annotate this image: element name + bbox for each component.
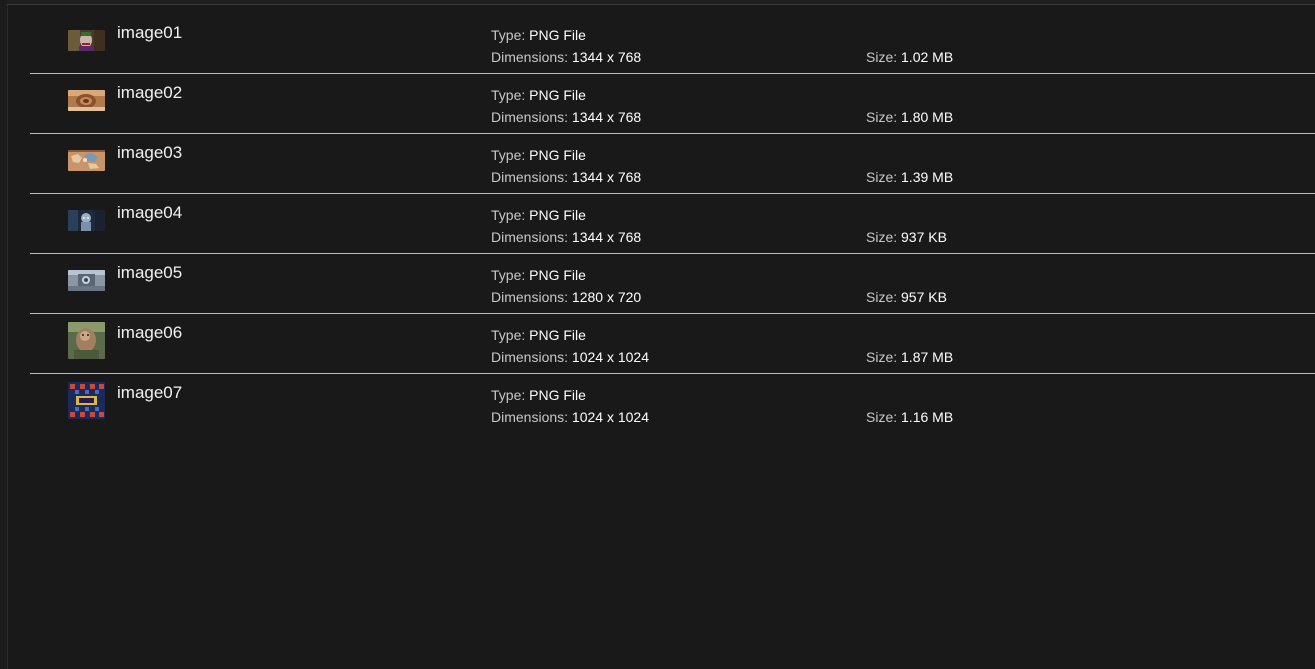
dimensions-label: Dimensions: bbox=[491, 169, 569, 185]
file-name: image05 bbox=[117, 263, 183, 282]
size-label: Size: bbox=[866, 409, 898, 425]
dimensions-value: 1344 x 768 bbox=[571, 169, 642, 185]
file-type: Type: PNG File bbox=[491, 387, 586, 403]
type-value: PNG File bbox=[529, 87, 586, 103]
type-value: PNG File bbox=[529, 267, 586, 283]
type-value: PNG File bbox=[529, 207, 586, 223]
robot-thumbnail bbox=[68, 210, 105, 231]
file-type: Type: PNG File bbox=[491, 27, 586, 43]
file-row-image07[interactable]: image07 Type: PNG File Dimensions: 1024 … bbox=[30, 374, 1315, 433]
size-label: Size: bbox=[866, 229, 898, 245]
dimensions-value: 1024 x 1024 bbox=[571, 409, 649, 425]
size-label: Size: bbox=[866, 289, 898, 305]
creature-thumbnail bbox=[68, 322, 105, 359]
dimensions-value: 1344 x 768 bbox=[571, 229, 642, 245]
pattern-thumbnail bbox=[68, 382, 105, 419]
size-label: Size: bbox=[866, 49, 898, 65]
dimensions-label: Dimensions: bbox=[491, 409, 569, 425]
size-value: 1.39 MB bbox=[901, 169, 954, 185]
file-size: Size: 937 KB bbox=[866, 229, 947, 245]
size-value: 957 KB bbox=[901, 289, 947, 305]
type-label: Type: bbox=[491, 207, 526, 223]
file-row-image05[interactable]: image05 Type: PNG File Dimensions: 1280 … bbox=[30, 254, 1315, 314]
pane-left-border bbox=[0, 0, 8, 669]
type-label: Type: bbox=[491, 87, 526, 103]
file-list-pane: image01 Type: PNG File Dimensions: 1344 … bbox=[0, 0, 1315, 669]
file-size: Size: 1.80 MB bbox=[866, 109, 953, 125]
dimensions-label: Dimensions: bbox=[491, 229, 569, 245]
file-dimensions: Dimensions: 1024 x 1024 bbox=[491, 349, 649, 365]
type-label: Type: bbox=[491, 27, 526, 43]
dimensions-value: 1024 x 1024 bbox=[571, 349, 649, 365]
dimensions-label: Dimensions: bbox=[491, 349, 569, 365]
type-value: PNG File bbox=[529, 27, 586, 43]
spiral-shell-thumbnail bbox=[68, 90, 105, 111]
file-name: image04 bbox=[117, 203, 183, 222]
file-name: image03 bbox=[117, 143, 183, 162]
size-label: Size: bbox=[866, 169, 898, 185]
dimensions-label: Dimensions: bbox=[491, 49, 569, 65]
file-dimensions: Dimensions: 1344 x 768 bbox=[491, 109, 641, 125]
map-thumbnail bbox=[68, 150, 105, 171]
file-size: Size: 1.87 MB bbox=[866, 349, 953, 365]
file-dimensions: Dimensions: 1344 x 768 bbox=[491, 169, 641, 185]
file-list: image01 Type: PNG File Dimensions: 1344 … bbox=[30, 14, 1315, 433]
dimensions-value: 1344 x 768 bbox=[571, 109, 642, 125]
file-type: Type: PNG File bbox=[491, 207, 586, 223]
type-label: Type: bbox=[491, 267, 526, 283]
dimensions-value: 1280 x 720 bbox=[571, 289, 642, 305]
file-dimensions: Dimensions: 1280 x 720 bbox=[491, 289, 641, 305]
type-label: Type: bbox=[491, 387, 526, 403]
pane-top-border bbox=[7, 0, 1315, 5]
size-label: Size: bbox=[866, 349, 898, 365]
size-value: 1.02 MB bbox=[901, 49, 954, 65]
type-label: Type: bbox=[491, 147, 526, 163]
file-dimensions: Dimensions: 1344 x 768 bbox=[491, 229, 641, 245]
file-row-image06[interactable]: image06 Type: PNG File Dimensions: 1024 … bbox=[30, 314, 1315, 374]
file-type: Type: PNG File bbox=[491, 267, 586, 283]
file-type: Type: PNG File bbox=[491, 327, 586, 343]
size-value: 1.80 MB bbox=[901, 109, 954, 125]
file-size: Size: 1.02 MB bbox=[866, 49, 953, 65]
dimensions-value: 1344 x 768 bbox=[571, 49, 642, 65]
type-value: PNG File bbox=[529, 327, 586, 343]
file-name: image06 bbox=[117, 323, 183, 342]
type-value: PNG File bbox=[529, 147, 586, 163]
file-name: image02 bbox=[117, 83, 183, 102]
file-name: image01 bbox=[117, 23, 183, 42]
file-size: Size: 1.39 MB bbox=[866, 169, 953, 185]
file-row-image02[interactable]: image02 Type: PNG File Dimensions: 1344 … bbox=[30, 74, 1315, 134]
file-dimensions: Dimensions: 1024 x 1024 bbox=[491, 409, 649, 425]
file-type: Type: PNG File bbox=[491, 147, 586, 163]
joker-portrait-thumbnail bbox=[68, 30, 105, 51]
machine-thumbnail bbox=[68, 270, 105, 291]
type-value: PNG File bbox=[529, 387, 586, 403]
size-value: 1.87 MB bbox=[901, 349, 954, 365]
size-value: 937 KB bbox=[901, 229, 947, 245]
dimensions-label: Dimensions: bbox=[491, 109, 569, 125]
file-size: Size: 957 KB bbox=[866, 289, 947, 305]
file-row-image04[interactable]: image04 Type: PNG File Dimensions: 1344 … bbox=[30, 194, 1315, 254]
file-row-image03[interactable]: image03 Type: PNG File Dimensions: 1344 … bbox=[30, 134, 1315, 194]
dimensions-label: Dimensions: bbox=[491, 289, 569, 305]
file-name: image07 bbox=[117, 383, 183, 402]
type-label: Type: bbox=[491, 327, 526, 343]
file-type: Type: PNG File bbox=[491, 87, 586, 103]
size-label: Size: bbox=[866, 109, 898, 125]
file-dimensions: Dimensions: 1344 x 768 bbox=[491, 49, 641, 65]
file-size: Size: 1.16 MB bbox=[866, 409, 953, 425]
size-value: 1.16 MB bbox=[901, 409, 954, 425]
file-row-image01[interactable]: image01 Type: PNG File Dimensions: 1344 … bbox=[30, 14, 1315, 74]
